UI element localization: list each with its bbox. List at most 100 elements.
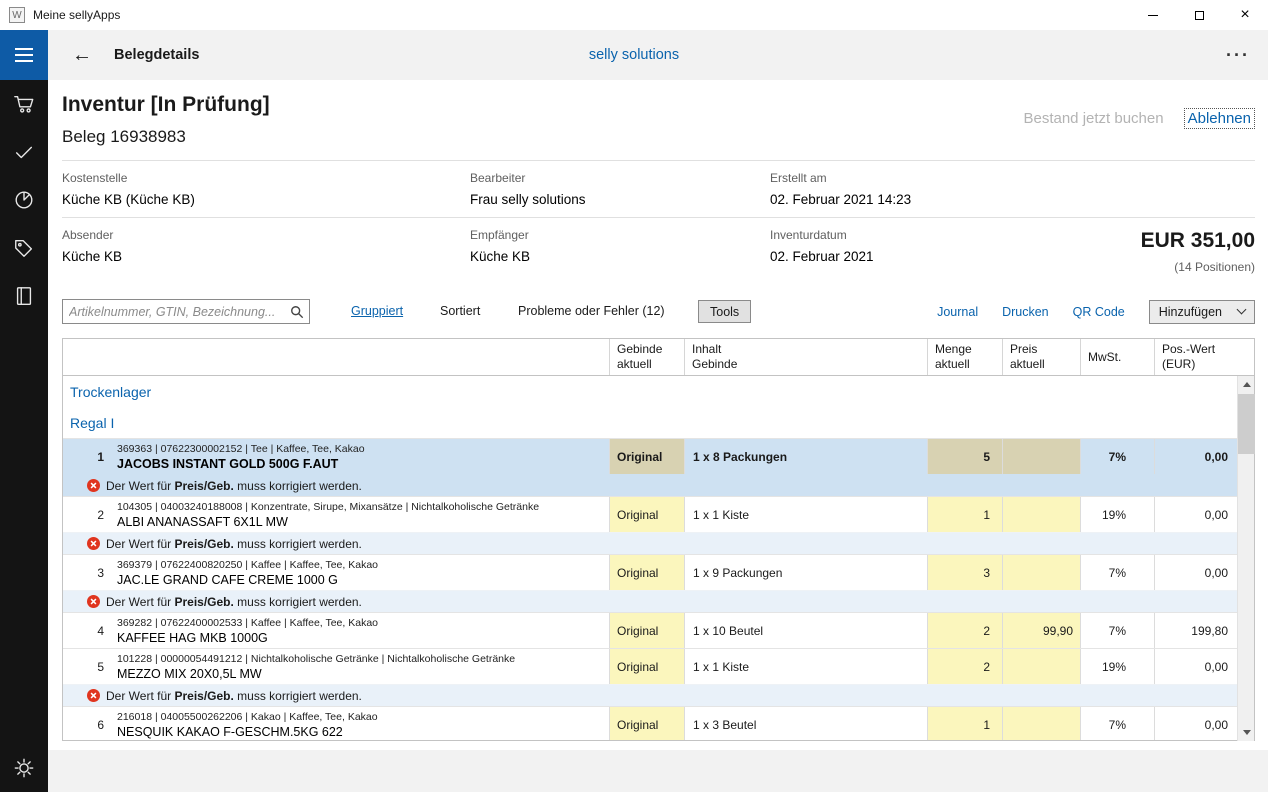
sidebar-item-tasks[interactable] (0, 128, 48, 176)
field-empfaenger: Empfänger Küche KB (470, 228, 530, 264)
header-inhalt[interactable]: Inhalt Gebinde (684, 339, 927, 375)
tag-icon (13, 237, 35, 259)
preis-cell[interactable]: 99,90 (1002, 613, 1080, 648)
article-name: KAFFEE HAG MKB 1000G (117, 631, 268, 645)
window-controls: × (1130, 0, 1268, 30)
toolbar-right: Journal Drucken QR Code Hinzufügen (937, 299, 1255, 324)
pie-chart-icon (13, 189, 35, 211)
table-row[interactable]: 6216018 | 04005500262206 | Kakao | Kaffe… (63, 706, 1237, 740)
menge-cell[interactable]: 5 (927, 439, 1002, 474)
wert-cell: 0,00 (1154, 439, 1237, 474)
settings-button[interactable] (0, 744, 48, 792)
header-wert[interactable]: Pos.-Wert (EUR) (1154, 339, 1237, 375)
preis-cell[interactable] (1002, 555, 1080, 590)
gebinde-cell[interactable]: Original (609, 649, 684, 684)
toolbar-link-sorted[interactable]: Sortiert (440, 304, 480, 318)
tools-button[interactable]: Tools (698, 300, 751, 323)
main-content: Inventur [In Prüfung] Beleg 16938983 Bes… (48, 80, 1268, 792)
header-preis[interactable]: Preis aktuell (1002, 339, 1080, 375)
search-icon[interactable] (285, 305, 309, 319)
window-title: Meine sellyApps (33, 8, 120, 22)
gebinde-cell[interactable]: Original (609, 497, 684, 532)
group-row[interactable]: Trockenlager (63, 376, 1237, 407)
inhalt-cell: 1 x 1 Kiste (684, 649, 927, 684)
gebinde-cell[interactable]: Original (609, 707, 684, 740)
field-label: Empfänger (470, 228, 530, 242)
header-menge[interactable]: Menge aktuell (927, 339, 1002, 375)
table-body: TrockenlagerRegal I1369363 | 07622300002… (63, 376, 1237, 740)
field-kostenstelle: Kostenstelle Küche KB (Küche KB) (62, 171, 195, 207)
article-meta: 369282 | 07622400002533 | Kaffee | Kaffe… (117, 617, 378, 629)
app-icon: W (9, 7, 25, 23)
menge-cell[interactable]: 3 (927, 555, 1002, 590)
table-row[interactable]: 1369363 | 07622300002152 | Tee | Kaffee,… (63, 438, 1237, 474)
triangle-up-icon (1243, 382, 1251, 387)
scrollbar-thumb[interactable] (1238, 394, 1255, 454)
gebinde-cell[interactable]: Original (609, 613, 684, 648)
vertical-scrollbar[interactable] (1237, 376, 1254, 741)
header-gebinde[interactable]: Gebinde aktuell (609, 339, 684, 375)
bottom-strip (48, 750, 1268, 792)
preis-cell[interactable] (1002, 649, 1080, 684)
article-name: ALBI ANANASSAFT 6X1L MW (117, 515, 288, 529)
menge-cell[interactable]: 2 (927, 613, 1002, 648)
table-row[interactable]: 5101228 | 00000054491212 | Nichtalkoholi… (63, 648, 1237, 684)
field-absender: Absender Küche KB (62, 228, 122, 264)
wert-cell: 199,80 (1154, 613, 1237, 648)
field-value: Küche KB (Küche KB) (62, 192, 195, 207)
inhalt-cell: 1 x 9 Packungen (684, 555, 927, 590)
header-filler (1237, 339, 1254, 375)
article-meta: 216018 | 04005500262206 | Kakao | Kaffee… (117, 711, 378, 723)
menge-cell[interactable]: 1 (927, 497, 1002, 532)
header-actions: Bestand jetzt buchen Ablehnen (1023, 108, 1255, 129)
error-text: Der Wert für Preis/Geb. muss korrigiert … (106, 537, 362, 551)
preis-cell[interactable] (1002, 497, 1080, 532)
gebinde-cell[interactable]: Original (609, 555, 684, 590)
print-link[interactable]: Drucken (1002, 305, 1049, 319)
table-row[interactable]: 2 104305 | 04003240188008 | Konzentrate, … (63, 496, 1237, 532)
preis-cell[interactable] (1002, 707, 1080, 740)
reject-button[interactable]: Ablehnen (1184, 108, 1255, 129)
group-row[interactable]: Regal I (63, 407, 1237, 438)
sidebar-item-catalog[interactable] (0, 272, 48, 320)
gear-icon (13, 757, 35, 779)
article-name: NESQUIK KAKAO F-GESCHM.5KG 622 (117, 725, 343, 739)
back-button[interactable]: ← (72, 44, 92, 67)
toolbar-link-grouped[interactable]: Gruppiert (351, 304, 403, 318)
table-row[interactable]: 4369282 | 07622400002533 | Kaffee | Kaff… (63, 612, 1237, 648)
preis-cell[interactable] (1002, 439, 1080, 474)
menge-cell[interactable]: 2 (927, 649, 1002, 684)
minimize-icon (1148, 15, 1158, 16)
article-cell: 104305 | 04003240188008 | Konzentrate, S… (113, 497, 609, 532)
book-icon (13, 285, 35, 307)
minimize-button[interactable] (1130, 0, 1176, 30)
field-value: 02. Februar 2021 14:23 (770, 192, 911, 207)
toolbar-link-problems[interactable]: Probleme oder Fehler (12) (518, 304, 665, 318)
gebinde-cell[interactable]: Original (609, 439, 684, 474)
table-row[interactable]: 3369379 | 07622400820250 | Kaffee | Kaff… (63, 554, 1237, 590)
maximize-button[interactable] (1176, 0, 1222, 30)
close-button[interactable]: × (1222, 0, 1268, 30)
row-number: 2 (63, 497, 113, 532)
error-row: Der Wert für Preis/Geb. muss korrigiert … (63, 590, 1237, 612)
sidebar-item-cart[interactable] (0, 80, 48, 128)
hamburger-menu-button[interactable] (0, 30, 48, 80)
header-mwst[interactable]: MwSt. (1080, 339, 1154, 375)
sidebar-item-articles[interactable] (0, 224, 48, 272)
field-label: Erstellt am (770, 171, 911, 185)
table-header: Gebinde aktuell Inhalt Gebinde Menge akt… (63, 339, 1254, 376)
error-icon (87, 595, 100, 608)
checkmark-icon (13, 141, 35, 163)
menge-cell[interactable]: 1 (927, 707, 1002, 740)
scroll-down-button[interactable] (1238, 724, 1255, 741)
search-input[interactable] (63, 305, 285, 319)
journal-link[interactable]: Journal (937, 305, 978, 319)
wert-cell: 0,00 (1154, 649, 1237, 684)
article-meta: 104305 | 04003240188008 | Konzentrate, S… (117, 501, 539, 513)
add-button[interactable]: Hinzufügen (1149, 300, 1255, 324)
more-options-button[interactable]: ··· (1226, 45, 1250, 66)
scroll-up-button[interactable] (1238, 376, 1255, 393)
sidebar-item-reports[interactable] (0, 176, 48, 224)
positions-table: Gebinde aktuell Inhalt Gebinde Menge akt… (62, 338, 1255, 741)
qr-code-link[interactable]: QR Code (1073, 305, 1125, 319)
